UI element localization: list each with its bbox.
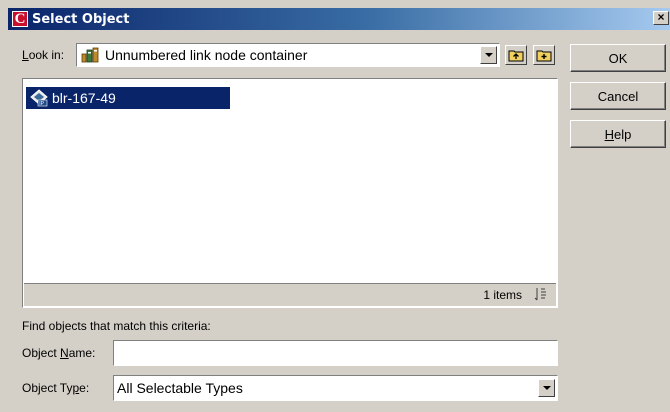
look-in-value: Unnumbered link node container xyxy=(105,47,308,63)
object-type-dropdown-button[interactable] xyxy=(538,379,555,397)
look-in-dropdown-button[interactable] xyxy=(480,46,497,64)
object-name-input[interactable] xyxy=(113,340,558,366)
object-list[interactable]: IP blr-167-49 1 items xyxy=(22,78,558,308)
network-container-icon xyxy=(81,47,99,63)
ip-node-icon: IP xyxy=(30,89,48,107)
look-in-dropdown[interactable]: Unnumbered link node container xyxy=(76,43,500,67)
title-bar[interactable]: C Select Object × xyxy=(8,8,670,30)
svg-text:IP: IP xyxy=(39,101,44,107)
select-object-dialog: C Select Object × Look in: Unnumbered li… xyxy=(0,0,670,412)
resize-grip-icon[interactable] xyxy=(534,286,548,302)
look-in-label: Look in: xyxy=(22,48,65,62)
find-criteria-heading: Find objects that match this criteria: xyxy=(22,319,211,333)
chevron-down-icon xyxy=(484,53,493,57)
object-type-label: Object Type: xyxy=(22,381,90,395)
new-folder-button[interactable] xyxy=(533,45,555,65)
close-button[interactable]: × xyxy=(653,11,669,25)
list-item[interactable]: IP blr-167-49 xyxy=(26,87,230,109)
object-name-label: Object Name: xyxy=(22,346,96,360)
folder-new-icon xyxy=(536,50,552,62)
folder-up-icon xyxy=(508,50,524,62)
chevron-down-icon xyxy=(542,386,551,390)
app-logo-icon: C xyxy=(12,11,28,27)
list-item-label: blr-167-49 xyxy=(52,90,116,106)
ok-button[interactable]: OK xyxy=(570,44,666,72)
window-title: Select Object xyxy=(32,11,130,27)
object-type-dropdown[interactable]: All Selectable Types xyxy=(113,375,558,401)
object-type-value: All Selectable Types xyxy=(117,380,243,396)
item-count: 1 items xyxy=(483,288,522,302)
status-bar: 1 items xyxy=(24,283,556,306)
cancel-button[interactable]: Cancel xyxy=(570,82,666,110)
up-one-level-button[interactable] xyxy=(505,45,527,65)
help-button[interactable]: Help xyxy=(570,120,666,148)
